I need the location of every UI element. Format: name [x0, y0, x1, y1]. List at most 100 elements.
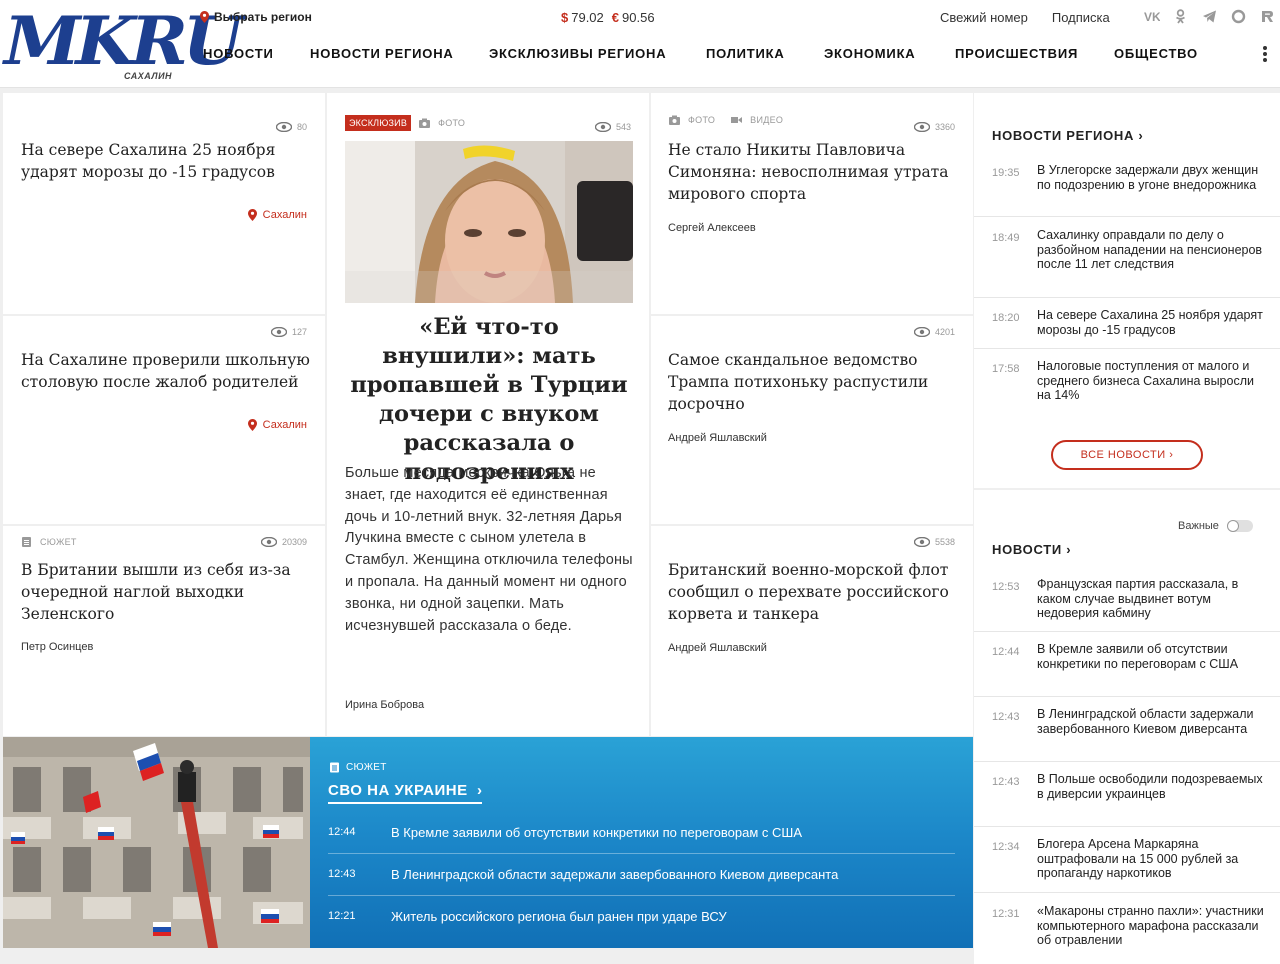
- nav-incidents[interactable]: ПРОИСШЕСТВИЯ: [955, 46, 1114, 61]
- eye-icon: [276, 122, 292, 132]
- story-photo[interactable]: [3, 737, 310, 948]
- list-item[interactable]: 12:21 Житель российского региона был ран…: [328, 896, 955, 938]
- rutube-icon[interactable]: [1260, 9, 1275, 24]
- news-headline[interactable]: «Макароны странно пахли»: участники комп…: [1037, 904, 1267, 948]
- list-item[interactable]: 19:35 В Углегорске задержали двух женщин…: [974, 153, 1280, 217]
- location-pin-icon: [248, 209, 257, 221]
- list-item[interactable]: 12:44 В Кремле заявили об отсутствии кон…: [328, 812, 955, 854]
- chevron-right-icon: ›: [1138, 128, 1144, 143]
- all-news-button[interactable]: ВСЕ НОВОСТИ ›: [1051, 440, 1203, 470]
- card-author[interactable]: Сергей Алексеев: [668, 222, 756, 234]
- fresh-issue-link[interactable]: Свежий номер: [940, 10, 1028, 25]
- news-headline[interactable]: В Углегорске задержали двух женщин по по…: [1037, 163, 1267, 192]
- news-headline[interactable]: Блогера Арсена Маркаряна оштрафовали на …: [1037, 837, 1267, 881]
- eye-icon: [595, 122, 611, 132]
- card-title[interactable]: Самое скандальное ведомство Трампа потих…: [668, 349, 958, 415]
- news-headline[interactable]: В Ленинградской области задержали заверб…: [1037, 707, 1267, 736]
- featured-article[interactable]: ЭКСКЛЮЗИВ ФОТО 543 «Ей что-то внушили»: …: [327, 93, 649, 736]
- location-pin-icon: [200, 11, 209, 23]
- odnoklassniki-icon[interactable]: [1173, 9, 1188, 24]
- site-header: MKRU САХАЛИН Выбрать регион $79.02 €90.5…: [0, 0, 1280, 88]
- nav-region-exclusives[interactable]: ЭКСКЛЮЗИВЫ РЕГИОНА: [489, 46, 706, 61]
- svg-text:VK: VK: [1144, 10, 1160, 24]
- view-count: 543: [595, 122, 631, 132]
- site-logo[interactable]: MKRU САХАЛИН: [4, 8, 243, 84]
- news-card[interactable]: СЮЖЕТ 20309 В Британии вышли из себя из-…: [3, 526, 325, 736]
- location-tag[interactable]: Сахалин: [248, 419, 307, 431]
- list-item[interactable]: 12:43 В Польше освободили подозреваемых …: [974, 763, 1280, 827]
- telegram-icon[interactable]: [1202, 9, 1217, 24]
- news-time: 12:21: [328, 910, 356, 922]
- news-headline[interactable]: На севере Сахалина 25 ноября ударят моро…: [1037, 308, 1267, 337]
- location-tag[interactable]: Сахалин: [248, 209, 307, 221]
- card-title[interactable]: На Сахалине проверили школьную столовую …: [21, 349, 313, 393]
- news-headline[interactable]: В Ленинградской области задержали заверб…: [391, 867, 838, 882]
- list-item[interactable]: 18:49 Сахалинку оправдали по делу о разб…: [974, 218, 1280, 298]
- card-author[interactable]: Петр Осинцев: [21, 641, 93, 653]
- news-headline[interactable]: В Кремле заявили об отсутствии конкретик…: [391, 825, 802, 840]
- eye-icon: [914, 122, 930, 132]
- news-card[interactable]: 127 На Сахалине проверили школьную столо…: [3, 316, 325, 524]
- card-author[interactable]: Андрей Яшлавский: [668, 432, 767, 444]
- toggle-switch[interactable]: [1226, 520, 1253, 532]
- important-toggle[interactable]: Важные: [1178, 520, 1253, 532]
- news-time: 19:35: [992, 167, 1020, 179]
- logo-subtitle: САХАЛИН: [124, 71, 173, 81]
- subscription-link[interactable]: Подписка: [1052, 10, 1110, 25]
- story-icon: [21, 537, 32, 547]
- news-card[interactable]: ФОТО ВИДЕО 3360 Не стало Никиты Павлович…: [651, 93, 973, 314]
- news-headline[interactable]: В Польше освободили подозреваемых в диве…: [1037, 772, 1267, 801]
- news-card[interactable]: 5538 Британский военно-морской флот сооб…: [651, 526, 973, 736]
- list-item[interactable]: 12:31 «Макароны странно пахли»: участник…: [974, 894, 1280, 964]
- list-item[interactable]: 12:53 Французская партия рассказала, в к…: [974, 568, 1280, 632]
- news-time: 12:43: [328, 868, 356, 880]
- news-card[interactable]: 80 На севере Сахалина 25 ноября ударят м…: [3, 93, 325, 314]
- card-title[interactable]: Не стало Никиты Павловича Симоняна: нево…: [668, 139, 958, 205]
- news-headline[interactable]: Сахалинку оправдали по делу о разбойном …: [1037, 228, 1267, 272]
- nav-economy[interactable]: ЭКОНОМИКА: [824, 46, 955, 61]
- list-item[interactable]: 12:44 В Кремле заявили об отсутствии кон…: [974, 633, 1280, 697]
- nav-region-news[interactable]: НОВОСТИ РЕГИОНА: [310, 46, 489, 61]
- news-time: 12:53: [992, 581, 1020, 593]
- card-title[interactable]: На севере Сахалина 25 ноября ударят моро…: [21, 139, 313, 183]
- news-headline[interactable]: В Кремле заявили об отсутствии конкретик…: [1037, 642, 1267, 671]
- news-card[interactable]: 4201 Самое скандальное ведомство Трампа …: [651, 316, 973, 524]
- view-count: 4201: [914, 327, 955, 337]
- vk-icon[interactable]: VK: [1144, 9, 1161, 24]
- list-item[interactable]: 12:34 Блогера Арсена Маркаряна оштрафова…: [974, 828, 1280, 893]
- nav-news[interactable]: НОВОСТИ: [203, 46, 310, 61]
- list-item[interactable]: 12:43 В Ленинградской области задержали …: [974, 698, 1280, 762]
- region-news-panel: НОВОСТИ РЕГИОНА › 19:35 В Углегорске зад…: [974, 93, 1280, 488]
- news-title[interactable]: НОВОСТИ ›: [992, 542, 1071, 557]
- news-time: 18:20: [992, 312, 1020, 324]
- list-item[interactable]: 18:20 На севере Сахалина 25 ноября ударя…: [974, 299, 1280, 349]
- eye-icon: [261, 537, 277, 547]
- story-banner: СЮЖЕТ СВО НА УКРАИНЕ › 12:44 В Кремле за…: [310, 737, 973, 948]
- story-tag[interactable]: СЮЖЕТ: [40, 537, 77, 547]
- camera-icon: [669, 115, 680, 125]
- exclusive-tag[interactable]: ЭКСКЛЮЗИВ: [345, 115, 412, 131]
- region-news-title[interactable]: НОВОСТИ РЕГИОНА ›: [992, 128, 1143, 143]
- card-author[interactable]: Ирина Боброва: [345, 699, 424, 711]
- currency-eur: €90.56: [611, 10, 655, 25]
- story-title[interactable]: СВО НА УКРАИНЕ ›: [328, 782, 483, 804]
- news-panel: НОВОСТИ › Важные 12:53 Французская парти…: [974, 490, 1280, 964]
- news-headline[interactable]: Французская партия рассказала, в каком с…: [1037, 577, 1267, 621]
- news-time: 18:49: [992, 232, 1020, 244]
- card-title[interactable]: В Британии вышли из себя из-за очередной…: [21, 559, 313, 625]
- nav-politics[interactable]: ПОЛИТИКА: [706, 46, 824, 61]
- list-item[interactable]: 17:58 Налоговые поступления от малого и …: [974, 350, 1280, 410]
- card-tags: ФОТО ВИДЕО: [669, 115, 783, 125]
- nav-society[interactable]: ОБЩЕСТВО: [1114, 46, 1198, 61]
- news-headline[interactable]: Житель российского региона был ранен при…: [391, 909, 727, 924]
- card-author[interactable]: Андрей Яшлавский: [668, 642, 767, 654]
- list-item[interactable]: 12:43 В Ленинградской области задержали …: [328, 854, 955, 896]
- max-icon[interactable]: [1231, 9, 1246, 24]
- featured-photo[interactable]: [345, 141, 633, 303]
- card-title[interactable]: Британский военно-морской флот сообщил о…: [668, 559, 958, 625]
- location-pin-icon: [248, 419, 257, 431]
- news-headline[interactable]: Налоговые поступления от малого и средне…: [1037, 359, 1267, 403]
- featured-title[interactable]: «Ей что-то внушили»: мать пропавшей в Ту…: [345, 313, 633, 487]
- more-menu-icon[interactable]: [1262, 46, 1268, 62]
- region-selector[interactable]: Выбрать регион: [200, 10, 312, 24]
